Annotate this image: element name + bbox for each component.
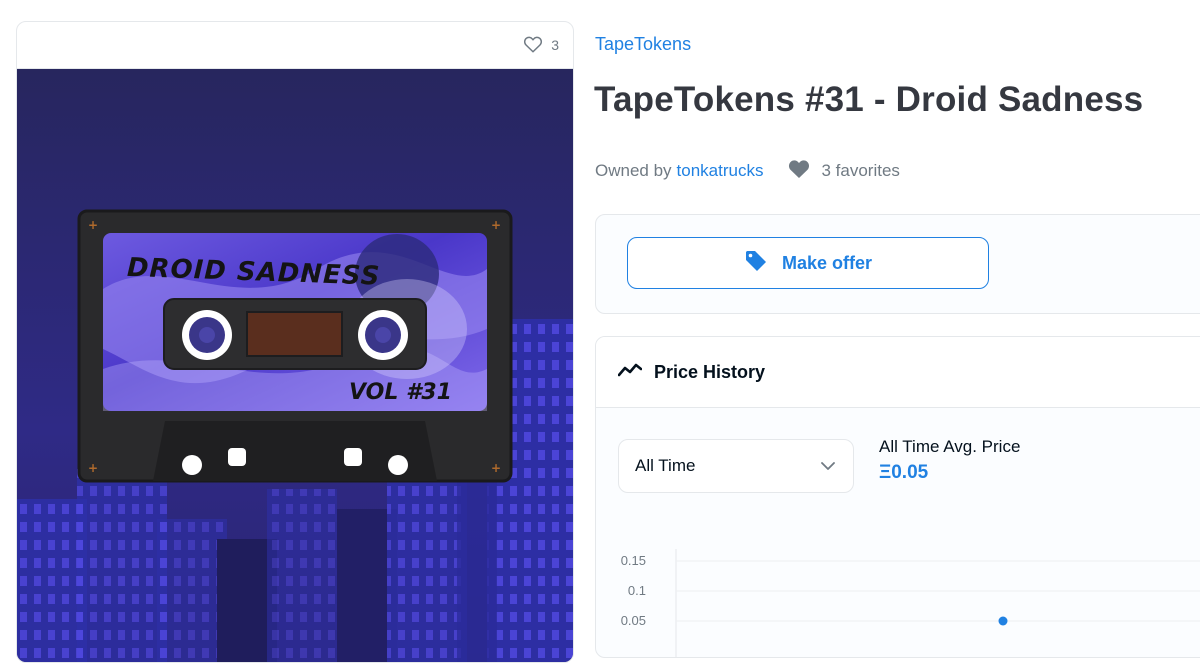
- make-offer-button[interactable]: Make offer: [627, 237, 989, 289]
- owner-row: Owned by tonkatrucks 3 favorites: [595, 158, 900, 184]
- artwork-volume-text: VOL #31: [349, 380, 452, 405]
- owner-link[interactable]: tonkatrucks: [677, 161, 764, 181]
- offer-panel: Make offer: [595, 214, 1200, 314]
- avg-price-label: All Time Avg. Price: [879, 437, 1021, 456]
- chart-y-tick-label: 0.15: [621, 553, 646, 568]
- avg-price-value: Ξ0.05: [879, 462, 929, 483]
- favorites-label: 3 favorites: [821, 161, 900, 180]
- heart-filled-icon: [787, 158, 811, 184]
- favorite-button[interactable]: 3: [523, 35, 559, 56]
- favorite-count: 3: [551, 37, 559, 53]
- favorites-count[interactable]: 3 favorites: [787, 158, 900, 184]
- price-history-header[interactable]: Price History: [596, 337, 1200, 408]
- trend-line-icon: [617, 362, 643, 383]
- price-history-panel: Price History All Time All Time Avg. Pri…: [595, 336, 1200, 658]
- heart-outline-icon: [523, 35, 543, 56]
- svg-text:+: +: [491, 218, 501, 232]
- svg-text:+: +: [88, 218, 98, 232]
- owned-by-label: Owned by: [595, 161, 672, 180]
- svg-text:+: +: [491, 461, 501, 475]
- make-offer-label: Make offer: [781, 252, 873, 273]
- chart-data-point[interactable]: [998, 616, 1008, 626]
- time-range-value: All Time: [635, 456, 696, 475]
- svg-text:+: +: [88, 461, 98, 475]
- price-history-chart[interactable]: 0.150.10.05: [596, 537, 1200, 657]
- chevron-down-icon: [821, 456, 835, 476]
- tag-icon: [744, 249, 768, 278]
- chart-y-tick-label: 0.1: [628, 583, 646, 598]
- media-header: 3: [17, 22, 573, 69]
- cassette-artwork-image[interactable]: ++ ++ + DROID SADNESS VOL #31: [17, 69, 573, 663]
- collection-link[interactable]: TapeTokens: [595, 34, 691, 55]
- item-title: TapeTokens #31 - Droid Sadness: [594, 80, 1144, 119]
- time-range-select[interactable]: All Time: [618, 439, 854, 493]
- item-media-card: 3 + + + + DROID SADNESS VOL #31: [16, 21, 574, 663]
- price-history-title: Price History: [654, 361, 766, 382]
